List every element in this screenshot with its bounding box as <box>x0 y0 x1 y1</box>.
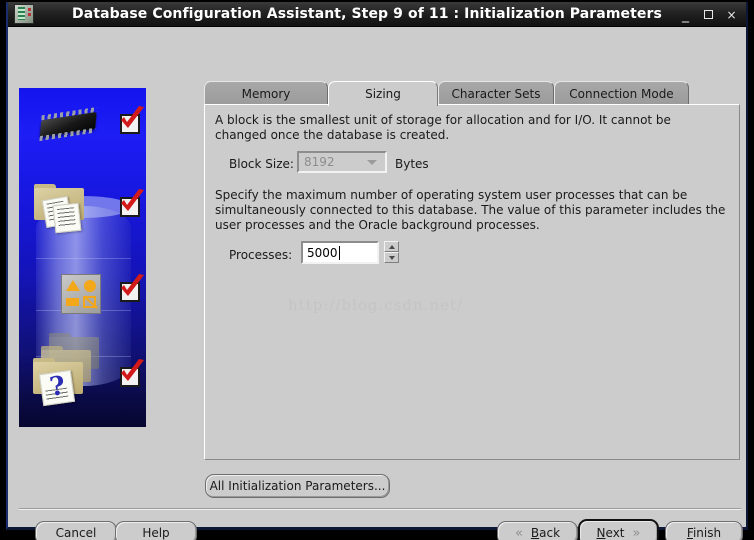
chevron-left-icon: « <box>514 525 523 540</box>
finish-label: Finish <box>686 526 722 540</box>
screen: Database Configuration Assistant, Step 9… <box>0 0 754 540</box>
minimize-icon[interactable]: _ <box>679 8 692 22</box>
tab-memory-label: Memory <box>241 86 291 101</box>
step-checkbox-1 <box>120 114 140 134</box>
processes-value: 5000 <box>307 245 338 260</box>
tab-sizing[interactable]: Sizing <box>328 81 438 106</box>
cancel-label: Cancel <box>55 526 97 540</box>
chevron-right-icon: » <box>632 525 641 540</box>
tab-character-sets-label: Character Sets <box>451 86 541 101</box>
chevron-down-icon <box>367 159 377 165</box>
block-size-units: Bytes <box>395 157 429 171</box>
window-controls: _ × <box>679 2 738 27</box>
tab-sizing-label: Sizing <box>365 87 401 101</box>
processes-description: Specify the maximum number of operating … <box>215 188 726 232</box>
step-checkbox-4 <box>120 367 140 387</box>
stepper-up-button[interactable] <box>384 241 399 252</box>
help-folder-icon-3: ? <box>33 358 85 407</box>
tab-memory[interactable]: Memory <box>204 81 328 105</box>
back-label: Back <box>530 526 561 540</box>
tab-connection-mode[interactable]: Connection Mode <box>554 81 689 105</box>
window-body: ? Memory Sizing Character Sets Connectio… <box>8 27 746 540</box>
next-label: Next <box>596 526 625 540</box>
tab-strip: Memory Sizing Character Sets Connection … <box>204 81 740 106</box>
all-initialization-parameters-label: All Initialization Parameters... <box>209 479 386 493</box>
stepper-down-button[interactable] <box>384 252 399 263</box>
tab-character-sets[interactable]: Character Sets <box>438 81 554 105</box>
processes-stepper[interactable] <box>384 241 399 263</box>
next-button[interactable]: Next » <box>578 519 659 540</box>
app-icon <box>14 4 34 24</box>
processes-label: Processes: <box>229 248 293 262</box>
back-button[interactable]: « Back <box>497 521 578 540</box>
sizing-tab-panel: A block is the smallest unit of storage … <box>204 104 740 460</box>
block-size-value: 8192 <box>304 155 335 169</box>
finish-button[interactable]: Finish <box>665 521 743 540</box>
step-checkbox-2 <box>120 197 140 217</box>
processes-input[interactable]: 5000 <box>301 241 379 264</box>
block-size-description: A block is the smallest unit of storage … <box>215 113 671 142</box>
step-checkbox-3 <box>120 282 140 302</box>
help-button[interactable]: Help <box>115 521 197 540</box>
all-initialization-parameters-button[interactable]: All Initialization Parameters... <box>205 474 390 498</box>
footer-separator <box>19 508 741 510</box>
templates-icon <box>61 274 101 314</box>
dialog-window: Database Configuration Assistant, Step 9… <box>6 2 748 540</box>
block-size-label: Block Size: <box>229 157 294 171</box>
steps-banner: ? <box>19 88 146 427</box>
text-caret <box>338 245 340 260</box>
memory-chip-icon <box>33 106 103 145</box>
cancel-button[interactable]: Cancel <box>35 521 117 540</box>
window-title: Database Configuration Assistant, Step 9… <box>72 6 662 22</box>
title-bar[interactable]: Database Configuration Assistant, Step 9… <box>8 2 746 27</box>
tab-connection-mode-label: Connection Mode <box>569 86 674 101</box>
close-icon[interactable]: × <box>725 8 738 21</box>
files-folder-icon <box>34 184 86 234</box>
watermark-text: http://blog.csdn.net/ <box>288 296 464 314</box>
help-label: Help <box>142 526 170 540</box>
block-size-select[interactable]: 8192 <box>297 151 387 173</box>
maximize-icon[interactable] <box>702 8 715 21</box>
